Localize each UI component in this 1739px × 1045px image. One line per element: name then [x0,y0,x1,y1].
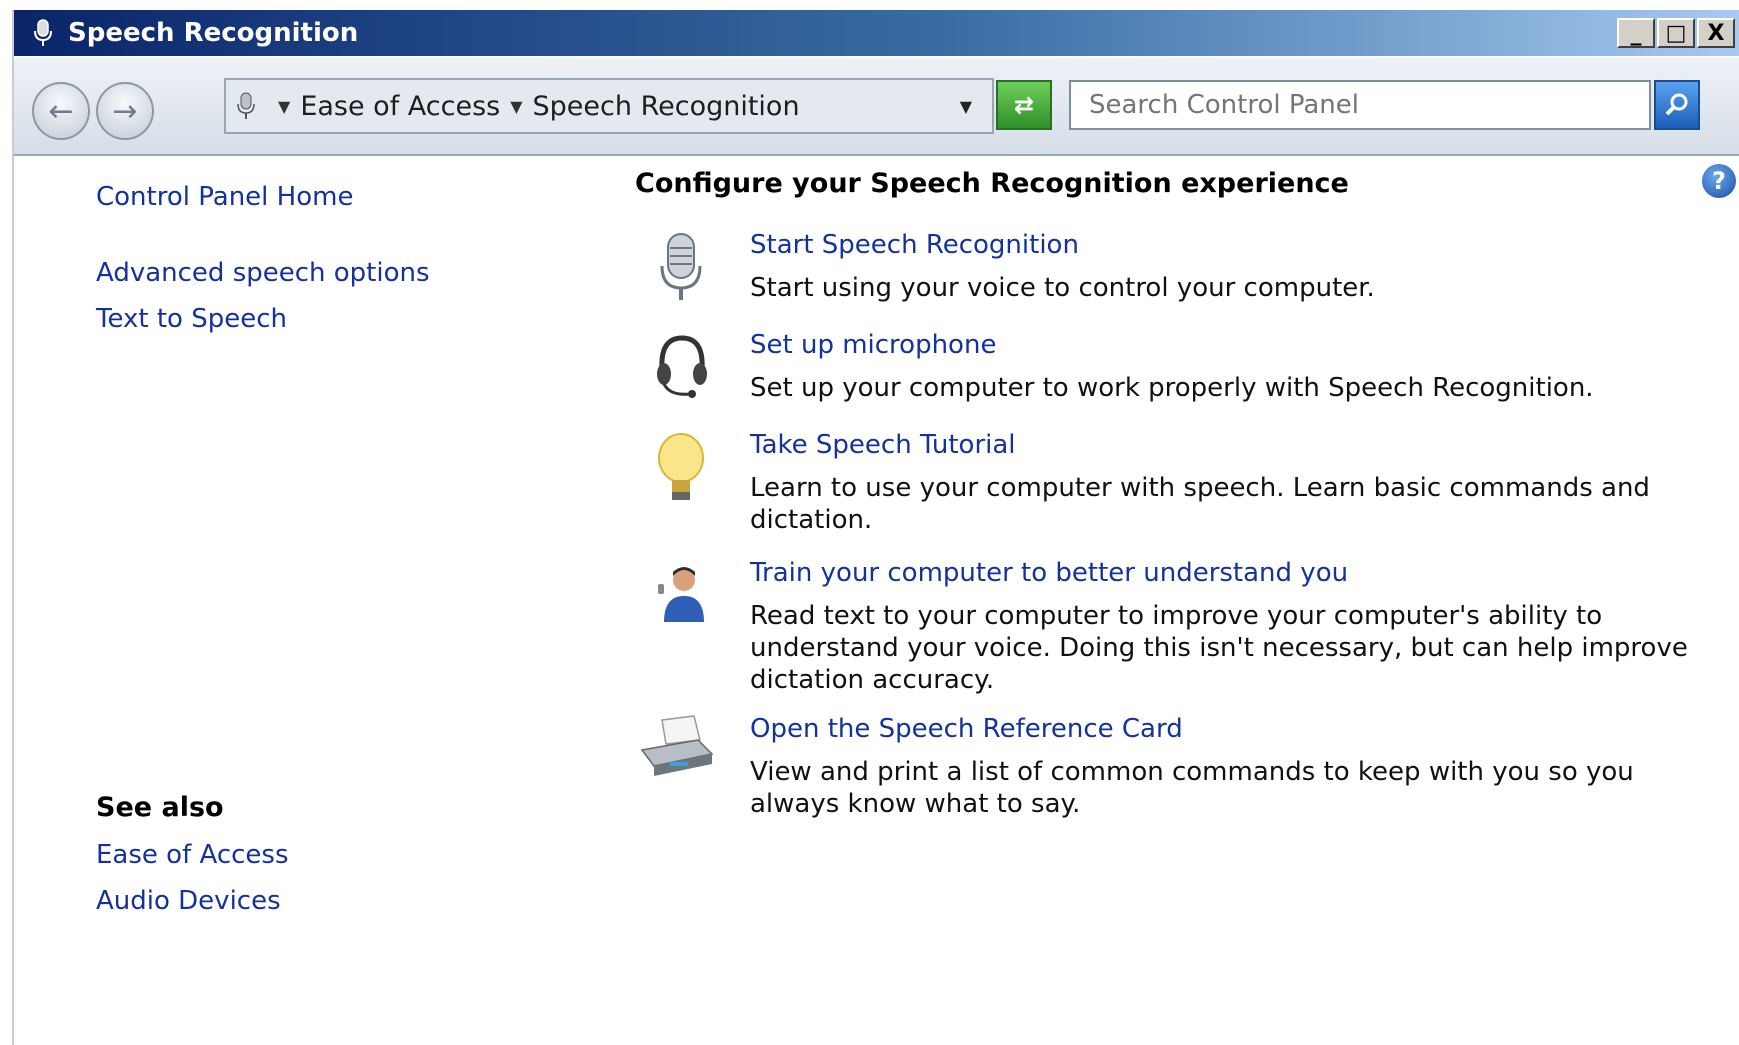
audio-devices-link[interactable]: Audio Devices [96,886,281,916]
chevron-down-icon: ▼ [278,96,291,116]
help-icon[interactable]: ? [1702,164,1736,198]
task-description: Learn to use your computer with speech. … [750,473,1650,535]
chevron-down-icon: ▼ [510,96,523,116]
address-dropdown-icon[interactable]: ▼ [960,97,972,116]
breadcrumb-ease-of-access[interactable]: ▼ Ease of Access [278,91,500,122]
person-icon [658,567,704,622]
microphone-icon [34,19,52,46]
breadcrumb-speech-recognition[interactable]: ▼ Speech Recognition [510,91,799,122]
close-button[interactable]: X [1697,18,1735,48]
window-title: Speech Recognition [68,18,359,48]
search-input[interactable] [1069,80,1651,130]
refresh-icon: ⇄ [1013,91,1035,119]
task-description: Set up your computer to work properly wi… [750,373,1594,403]
start-speech-recognition-link[interactable]: Start Speech Recognition [750,230,1079,260]
title-bar[interactable]: Speech Recognition _ □ X [14,10,1739,56]
task-description: Start using your voice to control your c… [750,273,1375,303]
microphone-icon [237,92,255,119]
printer-icon [640,715,714,776]
speech-recognition-window: Speech Recognition _ □ X ← → ▼ Ease of A… [12,10,1739,1045]
take-speech-tutorial-link[interactable]: Take Speech Tutorial [750,430,1016,460]
back-arrow-icon: ← [48,93,74,129]
task-description: View and print a list of common commands… [750,757,1634,819]
search-button[interactable] [1654,80,1700,130]
lightbulb-icon [658,433,704,500]
task-description: Read text to your computer to improve yo… [750,601,1688,695]
forward-button[interactable]: → [96,82,154,140]
maximize-button[interactable]: □ [1657,18,1695,48]
back-button[interactable]: ← [32,82,90,140]
advanced-speech-options-link[interactable]: Advanced speech options [96,258,430,288]
search-icon [1665,93,1688,116]
train-computer-link[interactable]: Train your computer to better understand… [750,558,1348,588]
control-panel-home-link[interactable]: Control Panel Home [96,182,353,212]
set-up-microphone-link[interactable]: Set up microphone [750,330,996,360]
page-heading: Configure your Speech Recognition experi… [635,168,1349,199]
text-to-speech-link[interactable]: Text to Speech [96,304,287,334]
address-bar[interactable]: ▼ Ease of Access ▼ Speech Recognition ▼ [224,78,994,134]
microphone-icon [660,233,702,300]
ease-of-access-link[interactable]: Ease of Access [96,840,289,870]
minimize-button[interactable]: _ [1617,18,1655,48]
address-toolbar: ← → ▼ Ease of Access ▼ Speech Recognitio… [14,58,1739,156]
refresh-button[interactable]: ⇄ [996,80,1052,130]
headset-icon [657,335,707,398]
open-reference-card-link[interactable]: Open the Speech Reference Card [750,714,1183,744]
forward-arrow-icon: → [112,93,138,129]
see-also-heading: See also [96,792,224,823]
